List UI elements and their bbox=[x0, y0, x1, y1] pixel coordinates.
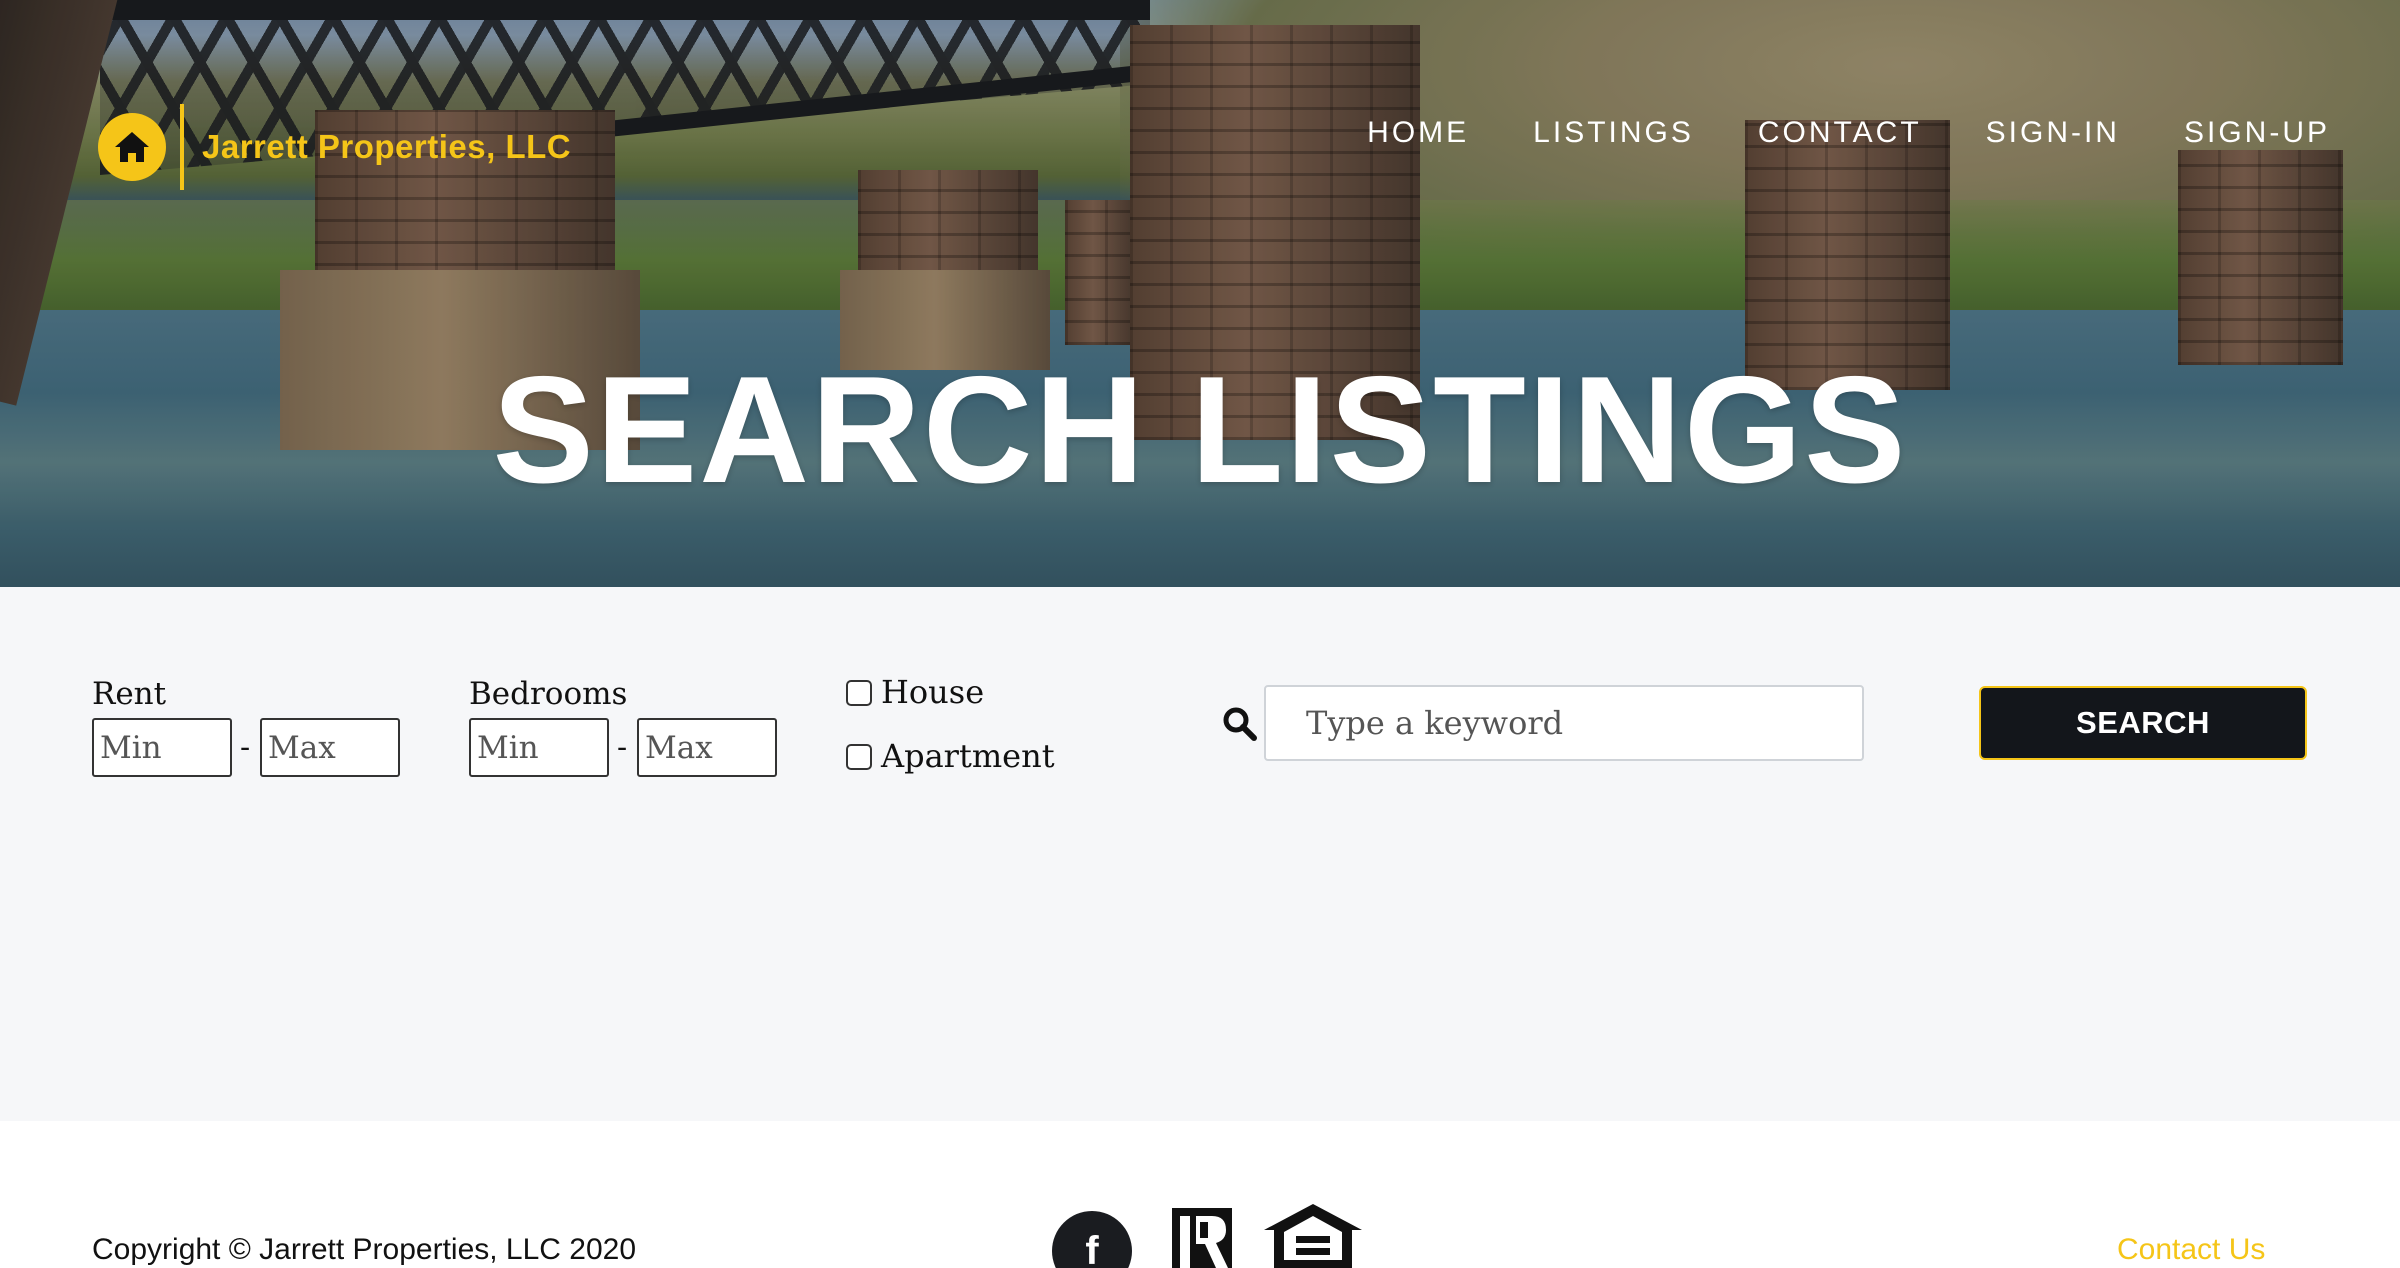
nav-sign-in[interactable]: SIGN-IN bbox=[1986, 116, 2120, 150]
house-checkbox[interactable] bbox=[846, 680, 872, 706]
nav-listings[interactable]: LISTINGS bbox=[1533, 116, 1694, 150]
bedrooms-label: Bedrooms bbox=[469, 676, 628, 712]
house-icon bbox=[98, 113, 166, 181]
rent-separator: - bbox=[240, 730, 251, 765]
bedrooms-separator: - bbox=[617, 730, 628, 765]
contact-us-link[interactable]: Contact Us bbox=[2117, 1233, 2265, 1267]
apartment-label[interactable]: Apartment bbox=[881, 737, 1055, 775]
site-logo[interactable]: Jarrett Properties, LLC bbox=[98, 104, 571, 190]
facebook-letter: f bbox=[1085, 1229, 1099, 1268]
nav-home[interactable]: HOME bbox=[1367, 116, 1469, 150]
logo-divider bbox=[180, 104, 184, 190]
bedrooms-max-input[interactable] bbox=[637, 718, 777, 777]
realtor-icon bbox=[1172, 1208, 1232, 1268]
hero-banner: Jarrett Properties, LLC HOME LISTINGS CO… bbox=[0, 0, 2400, 587]
rent-min-input[interactable] bbox=[92, 718, 232, 777]
rent-label: Rent bbox=[92, 676, 167, 712]
search-icon bbox=[1223, 707, 1257, 741]
rent-max-input[interactable] bbox=[260, 718, 400, 777]
house-label[interactable]: House bbox=[881, 673, 984, 711]
equal-housing-icon bbox=[1264, 1204, 1362, 1268]
brand-name: Jarrett Properties, LLC bbox=[202, 128, 572, 165]
page-title: SEARCH LISTINGS bbox=[492, 345, 1908, 515]
keyword-input[interactable] bbox=[1264, 685, 1864, 761]
search-button[interactable]: SEARCH bbox=[1979, 686, 2307, 760]
copyright-text: Copyright © Jarrett Properties, LLC 2020 bbox=[92, 1233, 637, 1266]
bedrooms-min-input[interactable] bbox=[469, 718, 609, 777]
apartment-checkbox[interactable] bbox=[846, 744, 872, 770]
nav-sign-up[interactable]: SIGN-UP bbox=[2184, 116, 2330, 150]
nav-contact[interactable]: CONTACT bbox=[1758, 116, 1922, 150]
search-panel bbox=[0, 587, 2400, 1121]
main-nav: HOME LISTINGS CONTACT SIGN-IN SIGN-UP bbox=[1303, 116, 2330, 150]
